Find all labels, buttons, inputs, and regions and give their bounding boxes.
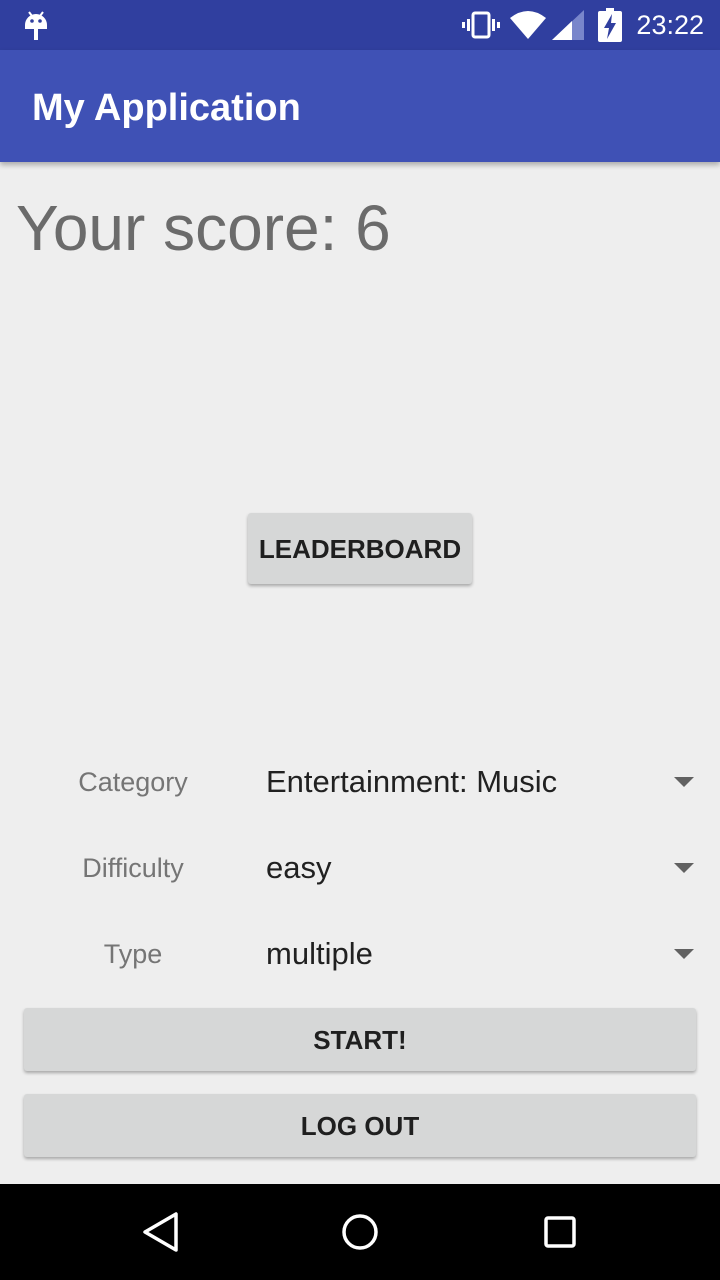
dropdown-arrow-icon <box>674 777 694 787</box>
difficulty-label: Difficulty <box>82 853 184 883</box>
leaderboard-button[interactable]: LEADERBOARD <box>248 513 472 584</box>
difficulty-spinner[interactable]: easy <box>248 833 708 903</box>
navigation-bar <box>0 1184 720 1280</box>
type-value: multiple <box>266 936 373 971</box>
status-clock: 23:22 <box>636 10 704 40</box>
wifi-icon <box>510 11 546 39</box>
category-spinner[interactable]: Entertainment: Music <box>248 747 708 817</box>
difficulty-value: easy <box>266 850 332 885</box>
back-icon[interactable] <box>136 1208 184 1256</box>
category-row: Category Entertainment: Music <box>0 747 720 817</box>
difficulty-row: Difficulty easy <box>0 833 720 903</box>
screen: 23:22 My Application Your score: 6 LEADE… <box>0 0 720 1280</box>
app-title: My Application <box>32 87 301 129</box>
dropdown-arrow-icon <box>674 863 694 873</box>
status-bar: 23:22 <box>0 0 720 50</box>
category-label: Category <box>78 767 188 797</box>
signal-icon <box>552 10 584 40</box>
recents-icon[interactable] <box>536 1208 584 1256</box>
category-value: Entertainment: Music <box>266 764 558 799</box>
start-button[interactable]: START! <box>24 1008 696 1071</box>
type-spinner[interactable]: multiple <box>248 919 708 989</box>
dropdown-arrow-icon <box>674 949 694 959</box>
score-text: Your score: 6 <box>16 192 391 264</box>
type-label: Type <box>103 939 163 969</box>
vibrate-icon <box>462 11 500 39</box>
app-bar: My Application <box>0 50 720 162</box>
home-icon[interactable] <box>336 1208 384 1256</box>
logout-button[interactable]: LOG OUT <box>24 1094 696 1157</box>
battery-charging-icon <box>598 8 622 42</box>
type-row: Type multiple <box>0 919 720 989</box>
android-icon <box>25 11 47 40</box>
